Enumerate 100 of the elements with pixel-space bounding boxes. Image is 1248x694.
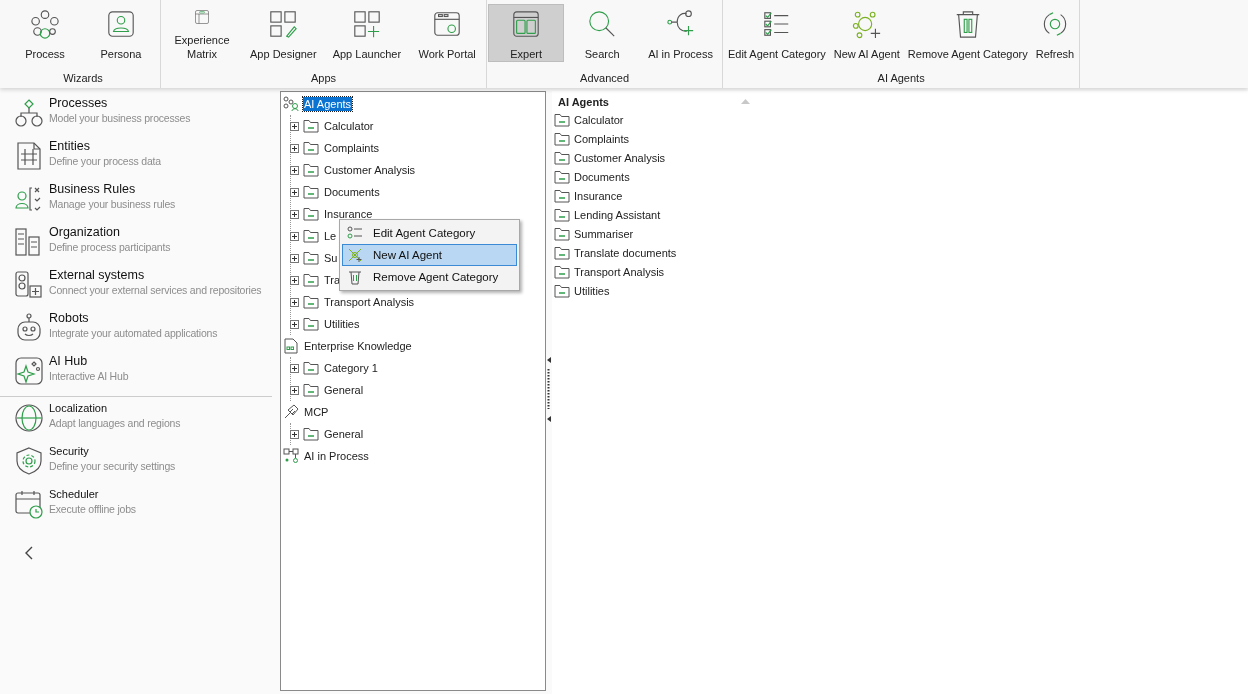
menu-item[interactable]: Edit Agent Category bbox=[342, 222, 517, 244]
nav-title[interactable]: External systems bbox=[49, 268, 262, 283]
ribbon-button[interactable]: AI in Process bbox=[640, 4, 721, 62]
tree-item[interactable]: Su bbox=[323, 251, 339, 265]
ribbon-button[interactable]: New AI Agent bbox=[829, 4, 904, 62]
nav-title[interactable]: Business Rules bbox=[49, 182, 176, 197]
tree-item[interactable]: MCP bbox=[303, 405, 330, 419]
shield-gear-icon bbox=[14, 446, 44, 476]
expand-icon[interactable] bbox=[290, 231, 299, 241]
tree-item[interactable]: General bbox=[323, 383, 365, 397]
folder-icon bbox=[554, 150, 570, 165]
expand-icon[interactable] bbox=[290, 165, 299, 175]
nav-title[interactable]: Entities bbox=[49, 139, 161, 154]
tree-item[interactable]: Category 1 bbox=[323, 361, 379, 375]
group-label: Wizards bbox=[63, 72, 103, 84]
expand-icon[interactable] bbox=[290, 209, 299, 219]
ribbon-button[interactable]: Process bbox=[7, 4, 83, 62]
nav-title[interactable]: Processes bbox=[49, 96, 191, 111]
expand-icon[interactable] bbox=[290, 121, 299, 131]
tree-item[interactable]: AI Agents bbox=[303, 97, 353, 111]
tree-item[interactable]: Customer Analysis bbox=[323, 163, 417, 177]
folder-icon bbox=[303, 361, 319, 375]
nav-title[interactable]: Robots bbox=[49, 311, 218, 326]
expand-icon[interactable] bbox=[290, 143, 299, 153]
nav-title[interactable]: Scheduler bbox=[49, 487, 136, 502]
network-icon bbox=[29, 9, 61, 39]
ribbon-button[interactable]: App Launcher bbox=[324, 4, 410, 62]
list-item[interactable]: Utilities bbox=[574, 284, 610, 297]
tree-item[interactable]: General bbox=[323, 427, 365, 441]
nav-subtitle: Integrate your automated applications bbox=[49, 326, 218, 340]
menu-item[interactable]: Remove Agent Category bbox=[342, 266, 517, 288]
folder-icon bbox=[303, 295, 319, 309]
list-item[interactable]: Documents bbox=[574, 170, 630, 183]
tree-item[interactable]: Le bbox=[323, 229, 338, 243]
ribbon-button[interactable]: Refresh bbox=[1031, 4, 1079, 62]
tree-item[interactable]: Transport Analysis bbox=[323, 295, 416, 309]
menu-item[interactable]: New AI Agent bbox=[342, 244, 517, 266]
folder-icon bbox=[303, 185, 319, 199]
list-item[interactable]: Lending Assistant bbox=[574, 208, 661, 221]
folder-icon bbox=[554, 169, 570, 184]
folder-icon bbox=[554, 283, 570, 298]
tree-item[interactable]: Complaints bbox=[323, 141, 381, 155]
list-item[interactable]: Summariser bbox=[574, 227, 634, 240]
document-icon bbox=[283, 338, 299, 354]
flowchart-icon bbox=[14, 98, 44, 128]
tree-item[interactable]: AI in Process bbox=[303, 449, 370, 463]
nav-title[interactable]: Localization bbox=[49, 401, 181, 416]
ribbon-button[interactable]: Work Portal bbox=[409, 4, 486, 62]
ribbon-button[interactable]: Edit Agent Category bbox=[723, 4, 830, 62]
nav-title[interactable]: AI Hub bbox=[49, 354, 129, 369]
globe-icon bbox=[14, 403, 44, 433]
nav-subtitle: Adapt languages and regions bbox=[49, 416, 181, 430]
column-header[interactable]: AI Agents bbox=[558, 95, 609, 108]
nav-subtitle: Define process participants bbox=[49, 240, 171, 254]
nav-subtitle: Manage your business rules bbox=[49, 197, 176, 211]
expand-icon[interactable] bbox=[290, 385, 299, 395]
tree-item[interactable]: Insurance bbox=[323, 207, 374, 221]
ribbon-button[interactable]: Remove Agent Category bbox=[903, 4, 1032, 62]
expand-icon[interactable] bbox=[290, 319, 299, 329]
tree-item[interactable]: Calculator bbox=[323, 119, 375, 133]
ribbon-button[interactable]: Search bbox=[564, 4, 641, 62]
folder-icon bbox=[303, 251, 319, 265]
agent-add-icon bbox=[850, 9, 883, 39]
expand-icon[interactable] bbox=[290, 429, 299, 439]
ribbon-button[interactable]: App Designer bbox=[242, 4, 325, 62]
ribbon-button[interactable]: Persona bbox=[83, 4, 159, 62]
folder-icon bbox=[303, 427, 319, 441]
expand-icon[interactable] bbox=[290, 275, 299, 285]
folder-icon bbox=[303, 317, 319, 331]
list-item[interactable]: Insurance bbox=[574, 189, 623, 202]
expand-icon[interactable] bbox=[290, 363, 299, 373]
list-item[interactable]: Calculator bbox=[574, 113, 624, 126]
tree-item[interactable]: Documents bbox=[323, 185, 381, 199]
list-item[interactable]: Complaints bbox=[574, 132, 630, 145]
ribbon-button[interactable]: Experience Matrix bbox=[162, 4, 242, 62]
group-label: AI Agents bbox=[877, 72, 925, 84]
nav-title[interactable]: Security bbox=[49, 444, 176, 459]
folder-icon bbox=[303, 383, 319, 397]
tree-item[interactable]: Utilities bbox=[323, 317, 361, 331]
list-item[interactable]: Transport Analysis bbox=[574, 265, 665, 278]
list-icon bbox=[347, 226, 363, 240]
nav-subtitle: Interactive AI Hub bbox=[49, 369, 129, 383]
expand-icon[interactable] bbox=[290, 187, 299, 197]
expand-icon[interactable] bbox=[290, 253, 299, 263]
expand-icon[interactable] bbox=[290, 297, 299, 307]
ribbon-button[interactable]: Expert bbox=[488, 4, 565, 62]
tree-item[interactable]: Enterprise Knowledge bbox=[303, 339, 413, 353]
tree-item[interactable]: Tra bbox=[323, 273, 342, 287]
brush-grid-icon bbox=[267, 9, 300, 39]
workflow-icon bbox=[283, 448, 299, 464]
agents-icon bbox=[283, 96, 299, 112]
table-document-icon bbox=[14, 141, 44, 171]
splitter-handle[interactable] bbox=[546, 357, 552, 423]
list-item[interactable]: Customer Analysis bbox=[574, 151, 666, 164]
robot-icon bbox=[14, 313, 44, 343]
folder-icon bbox=[303, 119, 319, 133]
nav-title[interactable]: Organization bbox=[49, 225, 171, 240]
folder-icon bbox=[554, 112, 570, 127]
folder-icon bbox=[554, 226, 570, 241]
list-item[interactable]: Translate documents bbox=[574, 246, 677, 259]
